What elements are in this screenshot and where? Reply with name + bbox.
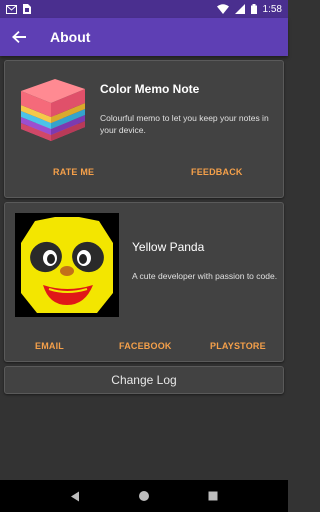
change-log-button[interactable]: Change Log: [4, 366, 284, 394]
page-title: About: [50, 29, 91, 45]
gmail-icon: [6, 4, 17, 14]
developer-description: A cute developer with passion to code.: [132, 271, 278, 281]
app-info-card: Color Memo Note Colourful memo to let yo…: [4, 60, 284, 198]
email-button[interactable]: EMAIL: [35, 341, 64, 351]
app-description: Colourful memo to let you keep your note…: [100, 113, 269, 135]
app-title: Color Memo Note: [100, 82, 200, 96]
developer-card: Yellow Panda A cute developer with passi…: [4, 202, 284, 362]
recents-square-icon: [208, 491, 218, 501]
feedback-button[interactable]: FEEDBACK: [191, 167, 243, 177]
signal-icon: [234, 4, 245, 14]
status-bar: 1:58: [0, 0, 288, 18]
arrow-back-icon: [12, 31, 26, 43]
facebook-button[interactable]: FACEBOOK: [119, 341, 172, 351]
back-button[interactable]: [0, 18, 38, 56]
rate-me-button[interactable]: RATE ME: [53, 167, 94, 177]
status-time: 1:58: [262, 3, 282, 15]
status-right: 1:58: [216, 3, 282, 15]
nav-back-button[interactable]: [65, 486, 85, 506]
battery-icon: [250, 4, 257, 14]
change-log-label: Change Log: [111, 373, 177, 387]
app-bar: About: [0, 18, 288, 56]
yellow-panda-avatar: [15, 213, 119, 317]
memo-stack-icon: [21, 79, 85, 141]
developer-name: Yellow Panda: [132, 240, 205, 254]
sim-card-icon: [23, 4, 31, 14]
nav-home-button[interactable]: [134, 486, 154, 506]
nav-recents-button[interactable]: [203, 486, 223, 506]
back-triangle-icon: [70, 491, 79, 501]
navigation-bar: [0, 480, 288, 512]
status-left: [6, 4, 31, 14]
wifi-icon: [216, 4, 229, 14]
playstore-button[interactable]: PLAYSTORE: [210, 341, 266, 351]
home-circle-icon: [138, 491, 149, 501]
